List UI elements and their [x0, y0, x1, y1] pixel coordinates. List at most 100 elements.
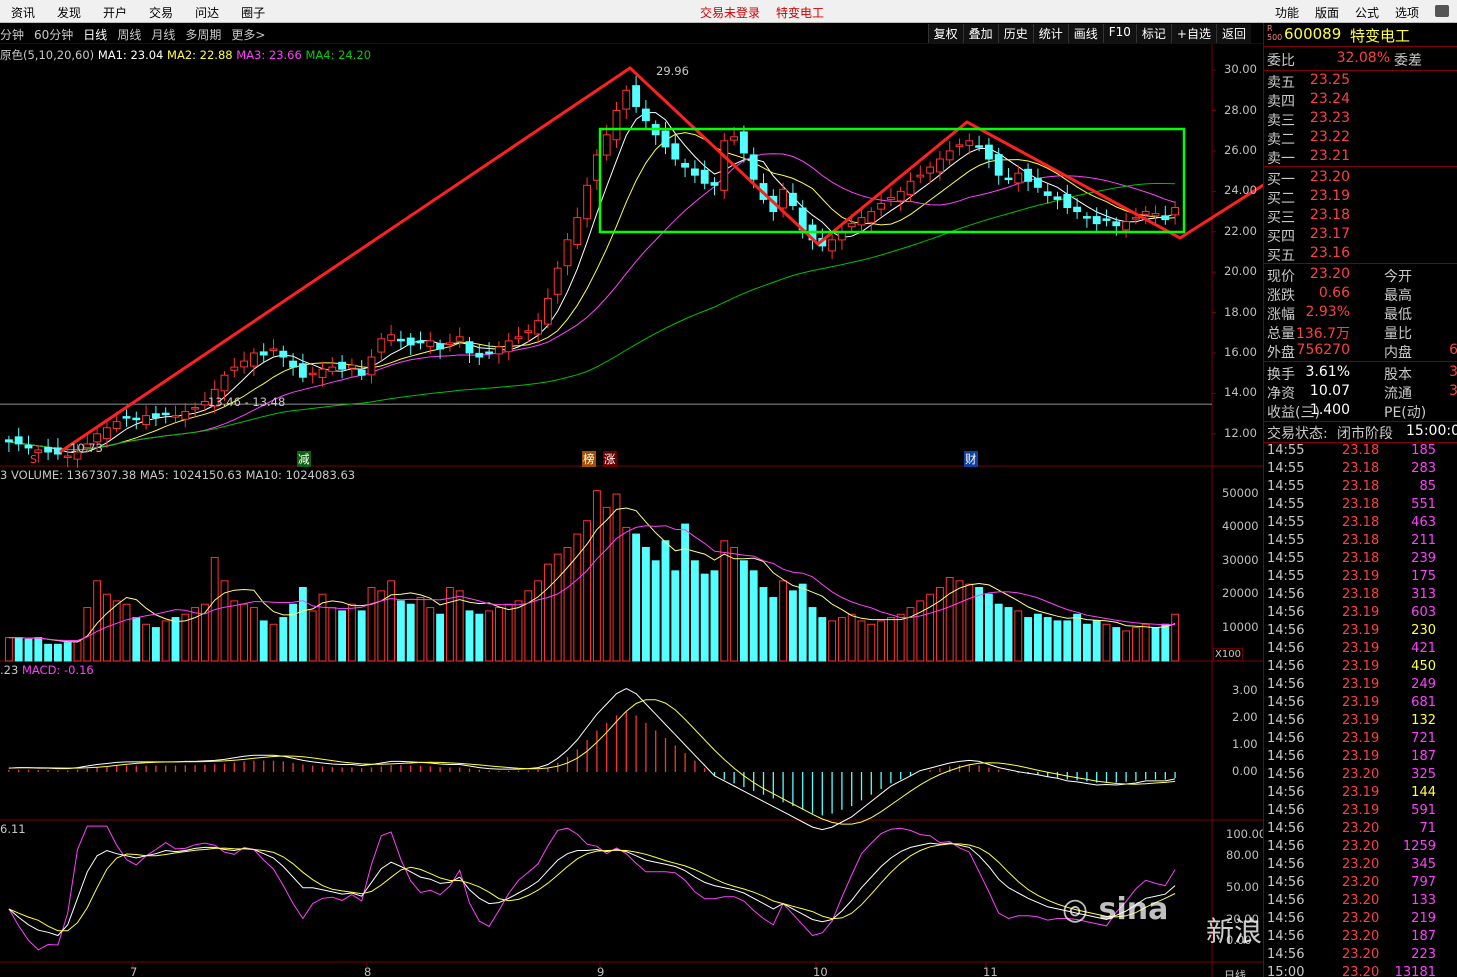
menu-item-formula[interactable]: 公式 — [1347, 0, 1387, 23]
trade-login-status[interactable]: 交易未登录 — [700, 4, 760, 21]
menu-item-discover[interactable]: 发现 — [46, 0, 92, 23]
candle-body — [690, 168, 699, 176]
tick-price: 23.19 — [1342, 677, 1380, 692]
buy-level-row-k: 买二 — [1267, 191, 1295, 207]
volume-bar — [847, 613, 856, 662]
tick-row: 14:56 23.20 797 — [1264, 875, 1457, 893]
event-marker-list[interactable]: 榜 — [582, 451, 596, 467]
menu-item-options[interactable]: 选项 — [1387, 0, 1427, 23]
tick-volume: 187 — [1411, 929, 1436, 944]
tick-row: 14:56 23.19 721 — [1264, 731, 1457, 749]
volume-bar — [1063, 620, 1072, 662]
quote-row: 涨跌 0.66 最高 — [1264, 285, 1457, 304]
buy-level-row: 买二 23.19 — [1264, 188, 1457, 207]
tick-volume: 144 — [1411, 785, 1436, 800]
candle-body — [661, 130, 670, 148]
volume-bar — [779, 580, 788, 662]
trade-status-row: 交易状态: 闭市阶段 15:00:05 — [1264, 423, 1457, 442]
menu-item-news[interactable]: 资讯 — [0, 0, 46, 23]
tick-time: 14:55 — [1267, 461, 1305, 476]
event-marker-reduce[interactable]: 减 — [297, 451, 311, 467]
chart-area[interactable]: 原色(5,10,20,60) MA1: 23.04 MA2: 22.88 MA3… — [0, 44, 1374, 977]
volume-bar — [4, 637, 13, 662]
volume-bar — [592, 490, 601, 662]
candle — [690, 160, 699, 184]
candle — [524, 324, 533, 343]
menu-item-open-account[interactable]: 开户 — [92, 0, 138, 23]
tab-monthly[interactable]: 月线 — [151, 26, 175, 43]
volume-bar — [808, 607, 817, 662]
candle-body — [347, 364, 356, 369]
volume-bar — [916, 600, 925, 662]
candle-body — [338, 361, 347, 370]
volume-bar — [44, 643, 53, 662]
tool-back-button[interactable]: 返回 — [1215, 24, 1251, 43]
price-axis-label: 30.00 — [1224, 62, 1257, 77]
volume-bar — [1122, 630, 1131, 662]
tab-more[interactable]: 更多> — [231, 26, 265, 43]
tick-price: 23.18 — [1342, 587, 1380, 602]
menu-item-function[interactable]: 功能 — [1267, 0, 1307, 23]
candle-body — [445, 342, 454, 345]
candle — [24, 435, 33, 455]
menu-item-trade[interactable]: 交易 — [138, 0, 184, 23]
tick-row: 14:56 23.20 1259 — [1264, 839, 1457, 857]
volume-bar — [749, 570, 758, 662]
macd-axis-label: 3.00 — [1232, 683, 1258, 697]
sell-level-row-k: 卖四 — [1267, 94, 1295, 110]
tick-volume: 1259 — [1402, 839, 1436, 854]
chart-canvas[interactable] — [0, 44, 1288, 977]
candle — [1082, 212, 1091, 228]
tool-drawline-button[interactable]: 画线 — [1067, 24, 1103, 43]
candle — [543, 288, 552, 329]
buy-level-row-k: 买四 — [1267, 229, 1295, 245]
volume-legend-text: VOLUME: 1367307.38 MA5: 1024150.63 MA10:… — [10, 468, 356, 482]
tool-mark-button[interactable]: 标记 — [1135, 24, 1171, 43]
tick-volume: 13181 — [1394, 965, 1436, 977]
event-marker-finance[interactable]: 财 — [964, 451, 978, 467]
candle-body — [1063, 193, 1072, 209]
candle-body — [1043, 191, 1052, 196]
candle — [347, 358, 356, 378]
tab-multi-period[interactable]: 多周期 — [185, 26, 221, 43]
volume-bar — [955, 580, 964, 662]
tool-history-button[interactable]: 历史 — [997, 24, 1033, 43]
finance-row-k2: 股本 — [1384, 367, 1412, 383]
tool-overlay-button[interactable]: 叠加 — [962, 24, 998, 43]
menu-item-layout[interactable]: 版面 — [1307, 0, 1347, 23]
tab-60min[interactable]: 60分钟 — [34, 26, 73, 43]
candle — [445, 333, 454, 352]
event-marker-rise[interactable]: 涨 — [603, 451, 617, 467]
quote-row-v: 756270 — [1296, 342, 1350, 358]
candle-body — [387, 334, 396, 341]
tick-row: 14:56 23.19 681 — [1264, 695, 1457, 713]
finance-row-v: 1.400 — [1309, 402, 1350, 418]
candle — [259, 343, 268, 363]
kdj-d-line — [8, 843, 1176, 932]
tab-weekly[interactable]: 周线 — [117, 26, 141, 43]
price-axis-label: 20.00 — [1224, 264, 1257, 279]
tool-stats-button[interactable]: 统计 — [1032, 24, 1068, 43]
tool-add-watchlist-button[interactable]: +自选 — [1170, 24, 1216, 43]
volume-bar — [151, 627, 160, 662]
window-control-icon[interactable] — [1435, 5, 1449, 17]
tick-volume: 283 — [1411, 461, 1436, 476]
volume-bar — [837, 617, 846, 662]
menu-item-circle[interactable]: 圈子 — [230, 0, 276, 23]
event-marker-s[interactable]: S — [30, 453, 37, 466]
tab-minute[interactable]: 分钟 — [0, 26, 24, 43]
menu-item-ask[interactable]: 问达 — [184, 0, 230, 23]
weibi-row: 委比 32.08% 委差 — [1264, 50, 1457, 69]
tick-volume: 463 — [1411, 515, 1436, 530]
volume-bar — [171, 617, 180, 662]
tick-volume: 797 — [1411, 875, 1436, 890]
volume-bar — [14, 637, 23, 662]
tool-adjust-button[interactable]: 复权 — [927, 24, 963, 43]
tab-daily[interactable]: 日线 — [83, 26, 107, 43]
tool-f10-button[interactable]: F10 — [1102, 24, 1136, 43]
tick-volume: 85 — [1419, 479, 1436, 494]
candle-body — [632, 85, 641, 107]
candle — [289, 353, 298, 376]
candle — [279, 345, 288, 367]
tick-price: 23.20 — [1342, 893, 1380, 908]
